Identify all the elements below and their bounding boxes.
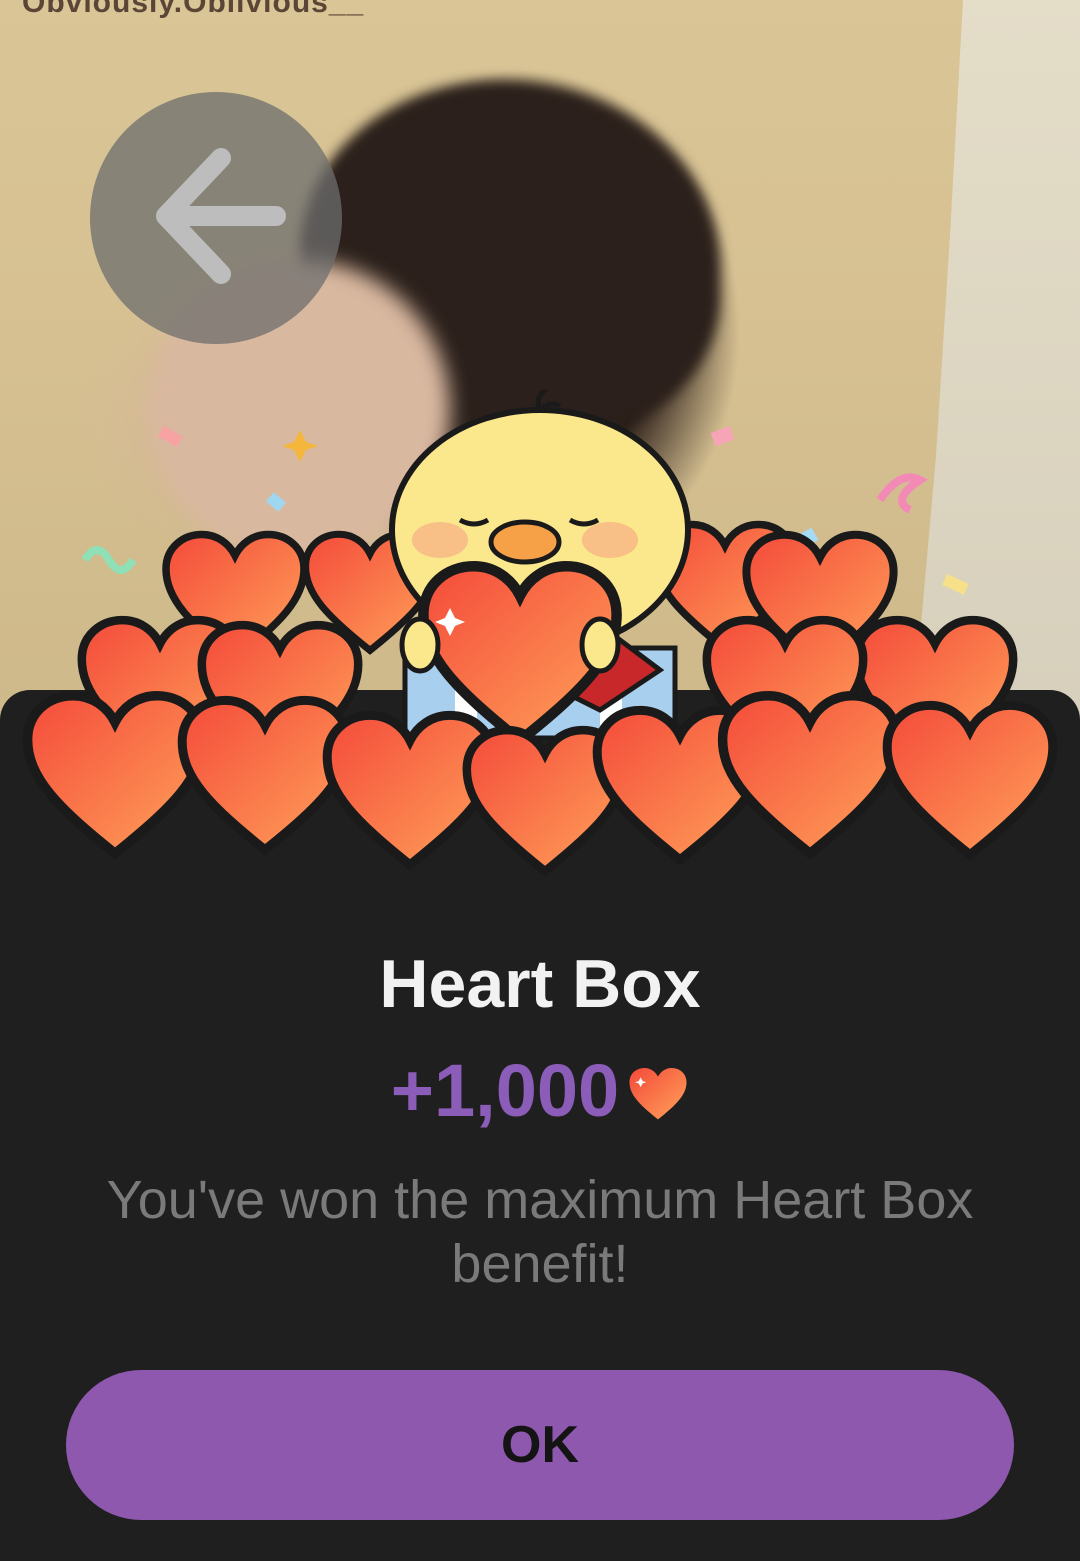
ok-button-label: OK — [501, 1416, 579, 1474]
reward-amount: +1,000 — [390, 1049, 620, 1132]
ok-button[interactable]: OK — [66, 1370, 1014, 1520]
heart-box-illustration — [0, 390, 1080, 890]
heart-icon — [629, 1067, 687, 1119]
dialog-message: You've won the maximum Heart Box benefit… — [106, 1170, 974, 1294]
dialog-title: Heart Box — [379, 946, 701, 1022]
watermark-text: Obviously.Oblivious__ — [22, 0, 365, 19]
back-button[interactable] — [90, 92, 342, 344]
reward-amount-row: +1,000 — [0, 1048, 1080, 1133]
arrow-left-icon — [156, 148, 286, 284]
screen: Obviously.Oblivious__ Heart Box +1,000 Y… — [0, 0, 1080, 1561]
